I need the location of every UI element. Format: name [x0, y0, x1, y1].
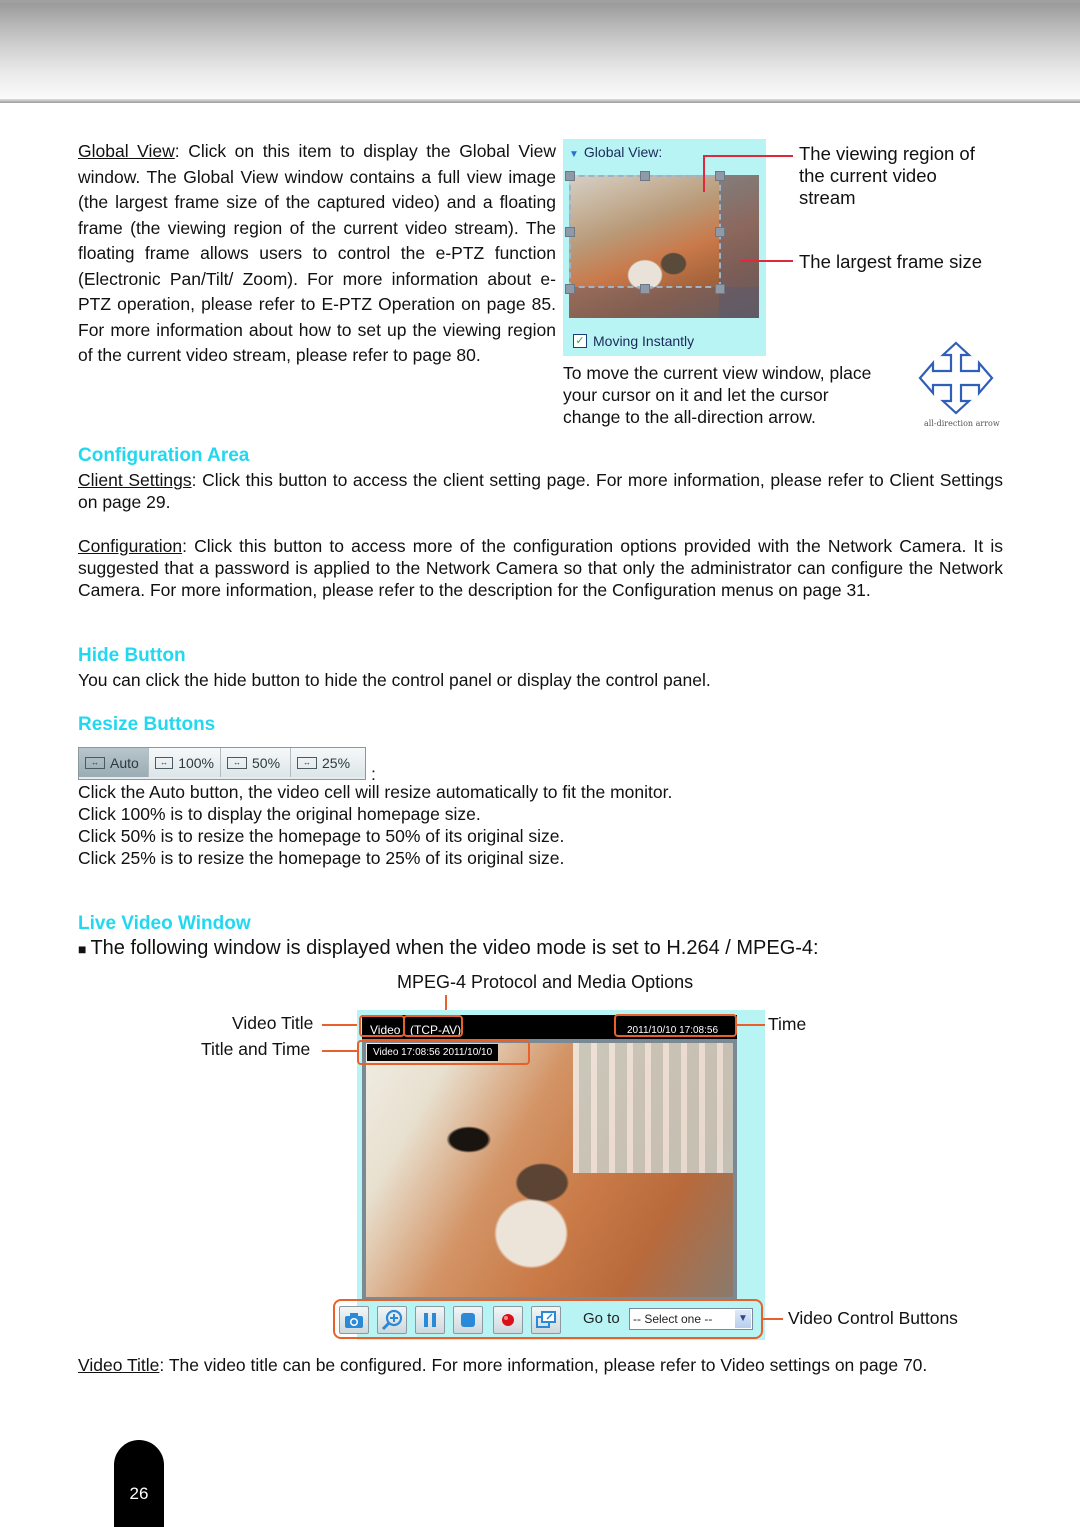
- hide-button-text: You can click the hide button to hide th…: [78, 670, 711, 690]
- preset-select[interactable]: -- Select one -- ▼: [629, 1308, 753, 1330]
- configuration-link[interactable]: Configuration: [78, 536, 182, 556]
- global-view-panel: ▼ Global View: ✓ Moving Instantly: [563, 139, 766, 356]
- resize-25-button[interactable]: ↔ 25%: [291, 748, 365, 777]
- view-size-icon: [536, 1311, 556, 1328]
- global-view-line: : Click on this item to display the Glob…: [174, 141, 510, 161]
- video-frame-windows: [573, 1043, 733, 1173]
- resize-line: Click the Auto button, the video cell wi…: [78, 782, 673, 802]
- callout-line: [703, 155, 793, 157]
- chevron-down-icon: ▼: [735, 1310, 751, 1328]
- stop-icon: [461, 1313, 475, 1327]
- annotation-line: [322, 1050, 360, 1052]
- resize-icon: ↔: [155, 756, 174, 769]
- digital-zoom-button[interactable]: [377, 1306, 407, 1334]
- record-button[interactable]: [493, 1306, 523, 1334]
- resize-50-button[interactable]: ↔ 50%: [221, 748, 291, 777]
- global-view-link[interactable]: Global View: [78, 141, 175, 161]
- resize-button-group: ↔ Auto ↔ 100% ↔ 50% ↔ 25%: [78, 747, 366, 780]
- client-settings-link[interactable]: Client Settings: [78, 470, 192, 490]
- resize-line: Click 100% is to display the original ho…: [78, 804, 481, 824]
- frame-handle[interactable]: [565, 171, 575, 181]
- resize-line: Click 50% is to resize the homepage to 5…: [78, 826, 565, 846]
- callout-line: [703, 156, 705, 192]
- resize-description: Click the Auto button, the video cell wi…: [78, 781, 672, 869]
- collapse-chevron-icon: ▼: [569, 149, 579, 160]
- checkmark-icon: ✓: [573, 334, 587, 348]
- largest-frame-callout: The largest frame size: [799, 251, 983, 272]
- page-header-band: [0, 0, 1080, 103]
- callout-line: [740, 260, 793, 262]
- frame-handle[interactable]: [640, 171, 650, 181]
- arrow-caption: all-direction arrow: [924, 419, 1000, 428]
- snapshot-button[interactable]: [339, 1306, 369, 1334]
- configuration-area-heading: Configuration Area: [78, 445, 250, 466]
- live-video-intro: ■ The following window is displayed when …: [78, 937, 819, 959]
- page-number: 26: [114, 1440, 164, 1527]
- annotation-box: [359, 1015, 405, 1037]
- annotation-line: [322, 1024, 360, 1026]
- goto-label: Go to: [583, 1310, 620, 1327]
- record-icon: [502, 1314, 514, 1326]
- snapshot-icon: [345, 1313, 363, 1328]
- client-settings-paragraph: Client Settings: Click this button to ac…: [78, 470, 1003, 512]
- move-instruction: To move the current view window, place y…: [563, 363, 872, 427]
- annotation-box: [403, 1015, 463, 1037]
- outside-region-shade: [569, 287, 759, 318]
- video-title-footnote: Video Title: The video title can be conf…: [78, 1355, 928, 1375]
- resize-icon: ↔: [85, 756, 105, 769]
- video-control-buttons-label: Video Control Buttons: [788, 1308, 958, 1328]
- frame-handle[interactable]: [715, 227, 725, 237]
- resize-100-button[interactable]: ↔ 100%: [149, 748, 221, 777]
- global-view-paragraph: Global View: Click on this item to displ…: [78, 139, 556, 369]
- frame-handle[interactable]: [640, 284, 650, 294]
- bullet-icon: ■: [78, 941, 87, 957]
- resize-line: Click 25% is to resize the homepage to 2…: [78, 848, 565, 868]
- time-label: Time: [768, 1014, 807, 1034]
- resize-auto-button[interactable]: ↔ Auto: [79, 748, 149, 777]
- protocol-label: MPEG-4 Protocol and Media Options: [397, 972, 694, 992]
- frame-handle[interactable]: [715, 284, 725, 294]
- video-control-bar: Go to -- Select one -- ▼: [333, 1299, 763, 1339]
- annotation-line: [763, 1318, 783, 1320]
- resize-icon: ↔: [297, 756, 317, 769]
- live-video-stream[interactable]: [362, 1039, 737, 1301]
- video-title-link[interactable]: Video Title: [78, 1355, 159, 1375]
- pause-icon: [424, 1313, 436, 1327]
- stop-button[interactable]: [453, 1306, 483, 1334]
- annotation-line: [737, 1024, 765, 1026]
- video-title-label: Video Title: [232, 1013, 314, 1033]
- live-video-window-heading: Live Video Window: [78, 913, 251, 934]
- frame-handle[interactable]: [565, 227, 575, 237]
- frame-handle[interactable]: [715, 171, 725, 181]
- hide-button-heading: Hide Button: [78, 645, 186, 666]
- title-and-time-label: Title and Time: [201, 1039, 311, 1059]
- resize-icon: ↔: [227, 756, 247, 769]
- configuration-paragraph: Configuration: Click this button to acce…: [78, 536, 1003, 600]
- all-direction-arrow-icon: [918, 341, 994, 415]
- moving-instantly-checkbox[interactable]: ✓ Moving Instantly: [573, 333, 694, 349]
- global-view-title[interactable]: ▼ Global View:: [569, 144, 662, 160]
- annotation-box: [614, 1014, 737, 1037]
- view-size-button[interactable]: [531, 1306, 561, 1334]
- global-view-line: the current video stream, please refer t…: [97, 345, 481, 365]
- pause-button[interactable]: [415, 1306, 445, 1334]
- viewing-region-callout: The viewing region of the current video …: [799, 143, 975, 208]
- digital-zoom-icon: [381, 1309, 403, 1331]
- frame-handle[interactable]: [565, 284, 575, 294]
- floating-frame[interactable]: [569, 175, 721, 288]
- resize-buttons-heading: Resize Buttons: [78, 714, 216, 735]
- annotation-box: [357, 1040, 530, 1065]
